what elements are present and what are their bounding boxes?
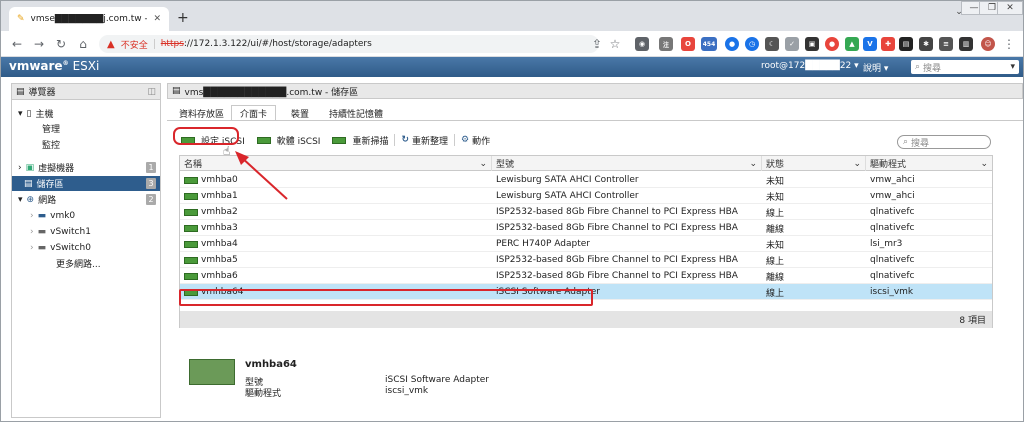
annotation-arrow: [235, 151, 288, 200]
browser-window: ✎ vmse███████j.com.tw - VM ✕ + ⌄ — ❐ ✕ ←…: [0, 0, 1024, 422]
hand-cursor-icon: ☝: [223, 144, 231, 158]
arrow-line: [240, 156, 288, 200]
